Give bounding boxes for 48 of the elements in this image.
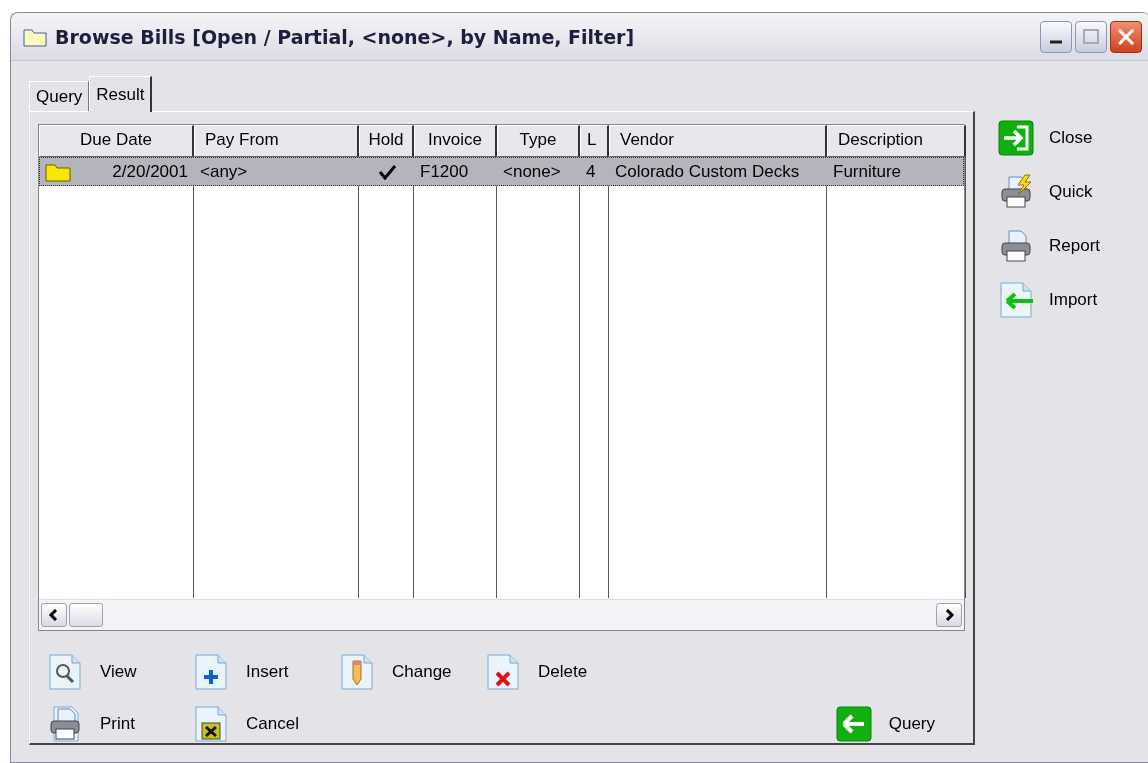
action-button[interactable]: View (38, 653, 137, 691)
action-button[interactable]: Print (38, 705, 135, 743)
scrollbar-thumb[interactable] (69, 603, 103, 627)
left-arrow-icon (997, 281, 1035, 319)
folder-icon (45, 161, 71, 182)
column-header[interactable]: L (580, 125, 609, 157)
window-title: Browse Bills [Open / Partial, <none>, by Name, Filter] (55, 25, 636, 48)
column-header[interactable]: Due Date (39, 125, 194, 157)
tab[interactable]: Result (89, 76, 153, 112)
table-cell: <none> (503, 161, 561, 182)
action-button[interactable]: Cancel (184, 705, 299, 743)
minimize-icon (1050, 39, 1062, 44)
table-cell: 4 (586, 161, 596, 182)
column-header[interactable]: Hold (359, 125, 414, 157)
sidebar-button[interactable]: Close (997, 119, 1093, 157)
column-header[interactable]: Description (827, 125, 966, 157)
table-cell: <any> (200, 161, 248, 182)
column-header[interactable]: Pay From (194, 125, 359, 157)
folder-icon (23, 26, 47, 47)
column-header[interactable]: Vendor (609, 125, 827, 157)
scroll-right-button[interactable] (936, 603, 962, 627)
action-button[interactable]: Insert (184, 653, 289, 691)
cancel-icon (192, 705, 230, 743)
close-icon (1118, 28, 1134, 45)
pencil-icon (338, 653, 376, 691)
action-button[interactable]: Delete (476, 653, 588, 691)
table-cell: 2/20/2001 (112, 161, 188, 182)
table-cell: Colorado Custom Decks (615, 161, 800, 182)
sidebar-button[interactable]: Import (997, 281, 1098, 319)
scroll-left-button[interactable] (41, 603, 67, 627)
column-header[interactable]: Type (497, 125, 580, 157)
column-header[interactable]: Invoice (414, 125, 497, 157)
action-button[interactable]: Query (826, 705, 935, 743)
minimize-button[interactable] (1040, 20, 1072, 53)
table-cell: Furniture (833, 161, 902, 182)
action-button[interactable]: Change (330, 653, 452, 691)
magnifier-icon (46, 653, 84, 691)
maximize-icon (1083, 29, 1099, 44)
sidebar-button[interactable]: Report (997, 227, 1101, 265)
sidebar-button[interactable]: Quick (997, 173, 1093, 211)
table-row[interactable]: 2/20/2001 <any> F1200 <none> 4 Colorado Custom Decks Furniture (39, 157, 964, 186)
tab[interactable]: Query (29, 81, 90, 111)
close-button[interactable] (1110, 20, 1142, 53)
cross-icon (484, 653, 522, 691)
plus-icon (192, 653, 230, 691)
exit-icon (997, 119, 1035, 157)
horizontal-scrollbar[interactable] (39, 599, 964, 630)
table-cell: F1200 (420, 161, 469, 182)
